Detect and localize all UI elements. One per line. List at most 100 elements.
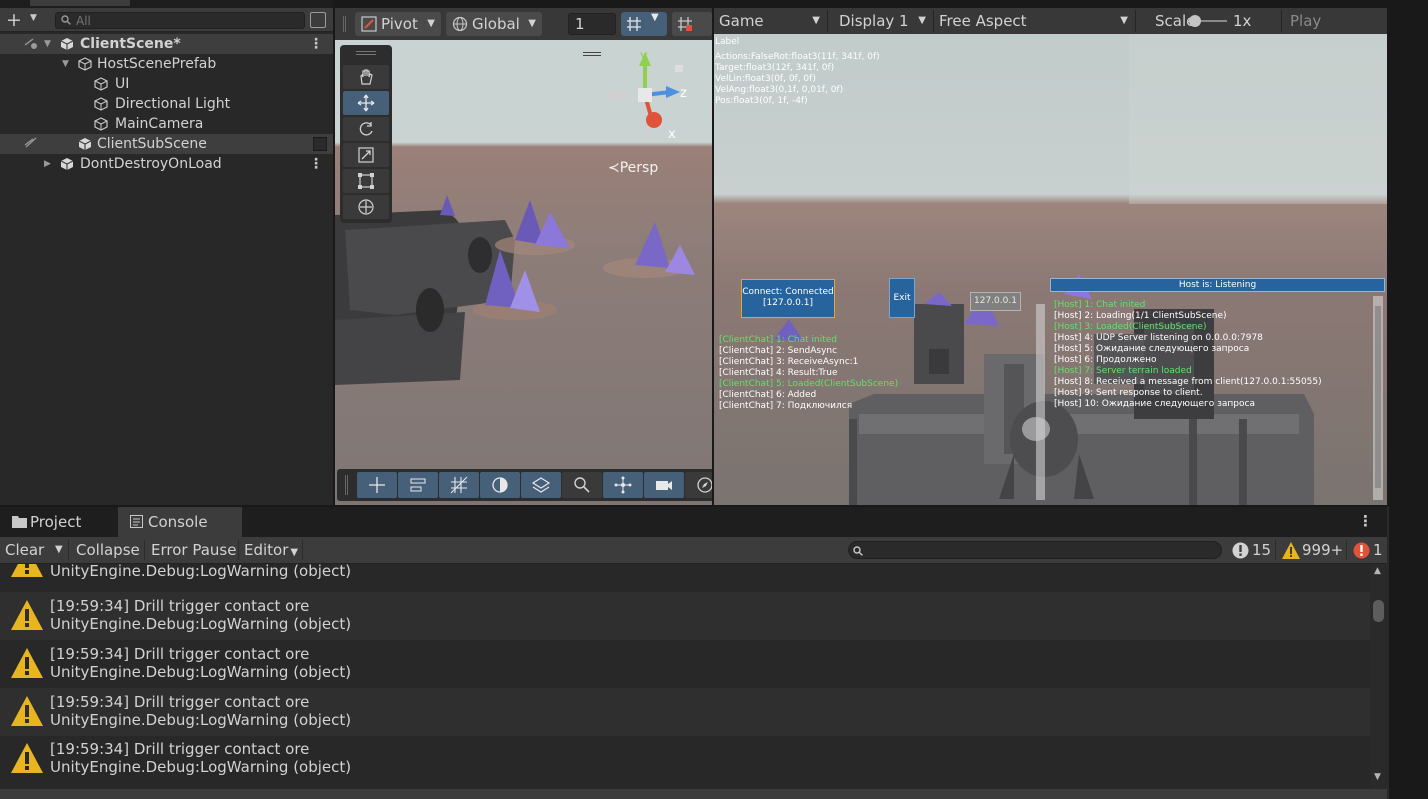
rotate-tool-button[interactable] <box>343 117 389 141</box>
hierarchy-item-dontdestroyonload[interactable]: ▶ DontDestroyOnLoad ⋮ <box>0 154 333 174</box>
pivot-dropdown[interactable]: Pivot ▼ <box>355 12 441 36</box>
tab-project[interactable]: Project <box>0 507 115 537</box>
host-chat-scrollbar[interactable] <box>1373 296 1383 500</box>
hierarchy-panel: + ▼ ▼ ClientScene* ⋮ ▼ HostScenePrefab U… <box>0 0 333 505</box>
overlay-grid-button[interactable] <box>439 472 479 498</box>
hierarchy-item-hostsceneprefab[interactable]: ▼ HostScenePrefab <box>0 54 333 74</box>
hand-icon <box>360 69 373 85</box>
expand-arrow-icon[interactable]: ▼ <box>62 54 69 74</box>
collapse-toggle[interactable]: Collapse <box>71 537 145 563</box>
unity-scene-icon <box>60 38 74 50</box>
scale-tool-button[interactable] <box>343 143 389 167</box>
overlay-camera-button[interactable] <box>644 472 684 498</box>
scrollbar-thumb[interactable] <box>1375 306 1381 488</box>
chat-line: [Host] 2: Loading(1/1 ClientSubScene) <box>1054 311 1227 321</box>
hierarchy-item-ui[interactable]: UI <box>0 74 333 94</box>
log-message: [19:59:34] Drill trigger contact ore <box>50 740 310 758</box>
editor-dropdown[interactable]: Editor ▼ <box>239 537 303 563</box>
error-count-toggle[interactable]: 1 <box>1351 537 1383 563</box>
connect-button[interactable]: Connect: Connected [127.0.0.1] <box>741 279 835 318</box>
increment-snapping-toggle[interactable] <box>672 12 712 36</box>
scene-menu-kebab-icon[interactable]: ⋮ <box>309 154 323 174</box>
orientation-gizmo[interactable]: y z x <box>600 50 700 150</box>
warning-count-toggle[interactable]: 999+ <box>1280 537 1343 563</box>
overlay-search-button[interactable] <box>562 472 602 498</box>
scene-menu-kebab-icon[interactable]: ⋮ <box>309 34 323 54</box>
hierarchy-item-label: ClientScene* <box>80 36 181 52</box>
overlay-pivot-button[interactable] <box>603 472 643 498</box>
scene-viewport[interactable]: y z x ≺Persp <box>335 40 712 505</box>
hierarchy-item-clientscene[interactable]: ▼ ClientScene* ⋮ <box>0 34 333 54</box>
scale-slider-handle[interactable] <box>1189 15 1201 27</box>
hidden-icon[interactable] <box>24 136 38 150</box>
rect-tool-button[interactable] <box>343 169 389 193</box>
overlay-grip-icon <box>345 475 348 495</box>
transform-tool-button[interactable] <box>343 195 389 219</box>
hand-tool-button[interactable] <box>343 65 389 89</box>
chevron-down-icon: ▼ <box>528 18 536 29</box>
overlay-compass-button[interactable] <box>685 472 712 498</box>
hierarchy-item-directional-light[interactable]: Directional Light <box>0 94 333 114</box>
log-entry[interactable]: UnityEngine.Debug:LogWarning (object) <box>0 564 1370 587</box>
error-pause-toggle[interactable]: Error Pause <box>146 537 241 563</box>
chat-line: [ClientChat] 2: SendAsync <box>719 346 838 356</box>
grid-snap-input[interactable]: 1 <box>568 13 616 35</box>
subscene-checkbox[interactable] <box>313 137 327 151</box>
visibility-icon[interactable] <box>24 36 38 50</box>
global-dropdown[interactable]: Global ▼ <box>446 12 542 36</box>
overlay-shading-button[interactable] <box>480 472 520 498</box>
scroll-down-arrow-icon[interactable]: ▼ <box>1374 772 1381 782</box>
hierarchy-tab[interactable] <box>30 0 130 6</box>
log-entry[interactable]: [19:59:34] Drill trigger contact ore Uni… <box>0 592 1370 640</box>
collapse-arrow-icon[interactable]: ▶ <box>44 154 51 174</box>
add-object-button[interactable]: + <box>6 9 22 31</box>
connect-status-text: Connect: Connected <box>742 287 834 297</box>
log-entry[interactable]: [19:59:34] Drill trigger contact ore Uni… <box>0 735 1370 783</box>
display-dropdown[interactable]: Display 1 ▼ <box>834 8 932 34</box>
info-count-toggle[interactable]: 15 <box>1230 537 1271 563</box>
chevron-down-icon: ▼ <box>1120 15 1128 26</box>
scrollbar-thumb[interactable] <box>1373 600 1384 622</box>
move-tool-button[interactable] <box>343 91 389 115</box>
gizmo-x-label: x <box>668 127 676 142</box>
clear-button[interactable]: Clear <box>0 537 49 563</box>
overlay-layers-button[interactable] <box>521 472 561 498</box>
grid-snapping-toggle[interactable]: ▼ <box>621 12 667 36</box>
add-dropdown-chevron-icon[interactable]: ▼ <box>30 13 37 23</box>
play-focused-dropdown[interactable]: Play Focused <box>1285 8 1387 56</box>
tab-console[interactable]: Console <box>118 507 242 537</box>
hierarchy-item-maincamera[interactable]: MainCamera <box>0 114 333 134</box>
scroll-up-arrow-icon[interactable]: ▲ <box>1374 566 1381 576</box>
client-chat-scrollbar[interactable] <box>1036 304 1045 500</box>
overlay-align-button[interactable] <box>398 472 438 498</box>
subscene-icon <box>78 138 92 150</box>
expand-arrow-icon[interactable]: ▼ <box>44 34 51 54</box>
exit-button[interactable]: Exit <box>889 278 915 318</box>
scene-toolbar: Pivot ▼ Global ▼ 1 ▼ <box>335 8 712 40</box>
console-search-input[interactable] <box>848 541 1222 559</box>
game-tab-label: Game <box>719 12 764 30</box>
game-view-dropdown[interactable]: Game ▼ <box>714 8 826 34</box>
shading-icon <box>492 477 508 493</box>
hierarchy-search-input[interactable] <box>55 12 305 29</box>
log-entry[interactable]: [19:59:34] Drill trigger contact ore Uni… <box>0 640 1370 688</box>
chat-line: [Host] 5: Ожидание следующего запроса <box>1054 344 1250 354</box>
log-stacktrace: UnityEngine.Debug:LogWarning (object) <box>50 758 352 776</box>
ip-address-field[interactable]: 127.0.0.1 <box>970 292 1021 311</box>
lock-icon[interactable] <box>675 65 683 72</box>
game-viewport[interactable]: Label Actions:FalseRot:float3(11f, 341f,… <box>714 34 1387 505</box>
scene-visibility-icon[interactable] <box>310 12 326 28</box>
aspect-dropdown[interactable]: Free Aspect ▼ <box>934 8 1134 34</box>
console-detail-splitter[interactable] <box>0 789 1387 799</box>
log-stacktrace: UnityEngine.Debug:LogWarning (object) <box>50 663 352 681</box>
overlay-move-button[interactable] <box>357 472 397 498</box>
layers-icon <box>531 477 551 493</box>
error-count: 1 <box>1373 541 1383 559</box>
clear-options-chevron-icon[interactable]: ▼ <box>50 537 68 563</box>
perspective-label[interactable]: ≺Persp <box>608 160 658 176</box>
console-menu-kebab-icon[interactable]: ⋮ <box>1358 512 1373 530</box>
hierarchy-item-clientsubscene[interactable]: ClientSubScene <box>0 134 333 154</box>
log-message: [19:59:34] Drill trigger contact ore <box>50 597 310 615</box>
log-entry[interactable]: [19:59:34] Drill trigger contact ore Uni… <box>0 688 1370 736</box>
console-scrollbar[interactable]: ▲ ▼ <box>1370 564 1387 789</box>
